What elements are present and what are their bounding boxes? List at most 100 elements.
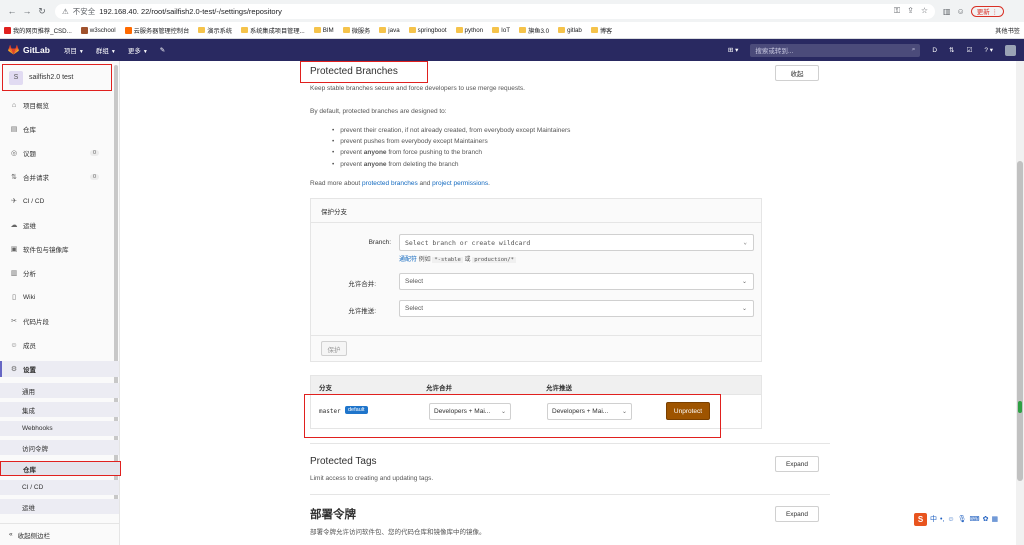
bookmark-item[interactable]: 我的网页推荐_CSD...: [4, 26, 72, 35]
sidebar-item-users[interactable]: ☺ 成员: [0, 337, 119, 353]
reload-icon[interactable]: ↻: [36, 5, 48, 17]
sidepanel-icon[interactable]: ▥: [943, 7, 951, 16]
gitlab-logo[interactable]: GitLab: [8, 45, 50, 55]
key-icon[interactable]: ⚿: [894, 6, 900, 16]
plus-icon[interactable]: ⊞ ▾: [728, 46, 739, 54]
bookmark-label: 微服务: [351, 27, 371, 35]
bookmark-item[interactable]: springboot: [408, 27, 447, 34]
wildcard-link[interactable]: 通配符: [399, 257, 417, 263]
menu-projects[interactable]: 项目 ▼: [64, 45, 84, 55]
branch-select[interactable]: Select branch or create wildcard ⌄: [399, 234, 754, 251]
page-scrollbar[interactable]: [1016, 61, 1024, 545]
collapse-button[interactable]: 收起: [775, 65, 819, 81]
bookmark-item[interactable]: gitlab: [558, 27, 582, 34]
avatar[interactable]: [1005, 44, 1016, 56]
sidebar-item-label: 合并请求: [23, 175, 49, 182]
menu-more[interactable]: 更多 ▼: [128, 45, 148, 55]
sidebar-item-package[interactable]: ▣ 软件包与镜像库: [0, 241, 119, 257]
allowed-to-merge-select[interactable]: Select ⌄: [399, 273, 754, 290]
emoji-icon[interactable]: ☺: [947, 516, 954, 523]
settings-subitem[interactable]: 运维: [0, 499, 119, 514]
cloud-icon: ☁: [10, 222, 18, 229]
bookmark-item[interactable]: java: [379, 27, 400, 34]
forward-icon[interactable]: →: [21, 5, 33, 17]
bookmark-item[interactable]: 云服务器管理控制台: [124, 26, 189, 35]
skin-icon[interactable]: ✿: [983, 515, 989, 523]
settings-subitem[interactable]: CI / CD: [0, 480, 119, 495]
punctuation-icon[interactable]: •,: [940, 516, 944, 523]
collapse-sidebar-button[interactable]: « 收起侧边栏: [0, 523, 119, 545]
bookmark-label: gitlab: [567, 26, 582, 34]
protected-branches-link[interactable]: protected branches: [362, 180, 418, 187]
project-permissions-link[interactable]: project permissions: [432, 180, 488, 187]
deploy-tokens-expand-button[interactable]: Expand: [775, 506, 819, 522]
read-more-text: Read more about protected branches and p…: [310, 180, 490, 187]
voice-icon[interactable]: 🎙: [958, 515, 967, 523]
tanuki-icon: [8, 45, 19, 55]
bookmark-item[interactable]: 旗鱼3.0: [519, 26, 549, 35]
section-divider: [310, 494, 830, 495]
sidebar-item-cloud[interactable]: ☁ 运维: [0, 217, 119, 233]
other-bookmarks[interactable]: 其他书签: [993, 26, 1020, 35]
settings-subitem[interactable]: 访问令牌: [0, 440, 119, 455]
sidebar-item-settings[interactable]: ⚙ 设置: [0, 361, 119, 377]
ime-toolbar[interactable]: S 中 •, ☺ 🎙 ⌨ ✿ ▦: [914, 512, 998, 526]
share-icon[interactable]: ⇪: [907, 6, 914, 16]
bookmark-item[interactable]: IoT: [492, 27, 510, 34]
bookmark-item[interactable]: python: [455, 27, 483, 34]
sidebar-item-label: 软件包与镜像库: [23, 247, 69, 254]
keyboard-icon[interactable]: ⌨: [969, 515, 979, 523]
protected-branches-description: Keep stable branches secure and force de…: [310, 85, 525, 92]
sidebar-item-chart[interactable]: ▥ 分析: [0, 265, 119, 281]
scrollbar-thumb[interactable]: [1017, 161, 1023, 481]
protected-tags-expand-button[interactable]: Expand: [775, 456, 819, 472]
settings-subitem[interactable]: 仓库: [0, 461, 121, 476]
bookmark-item[interactable]: BIM: [313, 27, 334, 34]
protected-branches-intro: By default, protected branches are desig…: [310, 108, 447, 115]
wrench-icon[interactable]: ✎: [160, 46, 165, 54]
sidebar-item-rocket[interactable]: ✈ CI / CD: [0, 193, 119, 209]
rule-item: prevent anyone from force pushing to the…: [332, 147, 570, 158]
sidebar-item-home[interactable]: ⌂ 项目概览: [0, 97, 119, 113]
menu-groups[interactable]: 群组 ▼: [96, 45, 116, 55]
highlight-box: [304, 394, 721, 438]
todo-icon[interactable]: ☑: [966, 46, 972, 54]
bookmark-item[interactable]: 微服务: [342, 26, 371, 35]
sidebar-item-book[interactable]: ▯ Wiki: [0, 289, 119, 305]
help-icon[interactable]: ? ▾: [984, 46, 993, 54]
bookmark-star-icon[interactable]: ☆: [921, 6, 928, 16]
bookmark-item[interactable]: 演示系统: [198, 26, 232, 35]
read-more-prefix: Read more about: [310, 180, 363, 187]
merge-request-icon: ⇅: [11, 174, 17, 181]
rule-item: prevent pushes from everybody except Mai…: [332, 136, 570, 147]
toolbox-icon[interactable]: ▦: [991, 515, 998, 523]
bookmark-item[interactable]: w3school: [80, 26, 116, 34]
protected-branches-rules: prevent their creation, if not already c…: [332, 125, 570, 170]
sidebar-item-merge-request[interactable]: ⇅ 合并请求 0: [0, 169, 119, 185]
settings-subitem[interactable]: Webhooks: [0, 421, 119, 436]
sidebar-item-snippet[interactable]: ✂ 代码片段: [0, 313, 119, 329]
search-input[interactable]: 搜索或转到... ⌕: [750, 43, 921, 57]
bookmark-item[interactable]: 系统集成项目管理...: [241, 26, 305, 35]
sidebar-item-label: 设置: [23, 367, 36, 374]
address-bar[interactable]: ⚠ 不安全 192.168.40. 22/root/sailfish2.0-te…: [55, 3, 935, 19]
merge-requests-nav-icon[interactable]: ⇅: [949, 46, 954, 54]
settings-subitem[interactable]: 集成: [0, 402, 119, 417]
allowed-to-push-select[interactable]: Select ⌄: [399, 300, 754, 317]
bookmark-label: 我的网页推荐_CSD...: [13, 27, 72, 35]
project-header[interactable]: S sailfish2.0 test: [2, 64, 112, 91]
sidebar-item-issues[interactable]: ◎ 议题 0: [0, 145, 119, 161]
update-button[interactable]: 更新 ⋮: [970, 5, 1005, 17]
sidebar-item-repository[interactable]: ▤ 仓库: [0, 121, 119, 137]
settings-subitem[interactable]: 通用: [0, 383, 119, 398]
settings-icon: ⚙: [10, 366, 18, 373]
back-icon[interactable]: ←: [6, 5, 18, 17]
col-allowed-to-push: 允许推送: [546, 385, 572, 392]
folder-icon: [590, 27, 598, 33]
issues-nav-icon[interactable]: D: [932, 47, 937, 54]
protect-button[interactable]: 保护: [321, 341, 347, 356]
ime-mode[interactable]: 中: [930, 514, 937, 524]
profile-icon[interactable]: ☺: [957, 7, 965, 16]
url-text[interactable]: 192.168.40. 22/root/sailfish2.0-test/-/s…: [99, 7, 282, 16]
bookmark-item[interactable]: 博客: [590, 26, 612, 35]
